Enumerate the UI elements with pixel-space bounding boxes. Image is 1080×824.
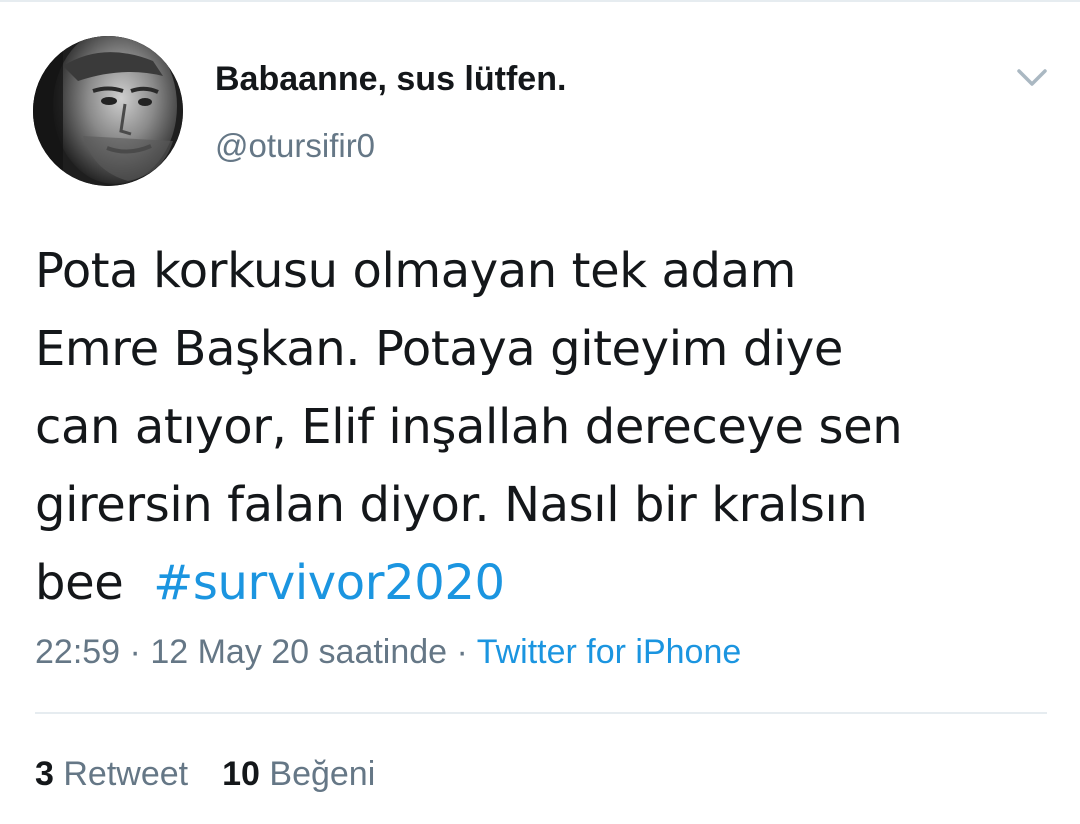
tweet-text-line: Pota korkusu olmayan tek adam [35, 243, 796, 299]
retweet-count: 3 [35, 755, 54, 793]
top-border [0, 0, 1080, 2]
tweet-text-tail: bee [35, 555, 124, 611]
hashtag-link[interactable]: #survivor2020 [153, 555, 505, 611]
tweet-date[interactable]: 12 May 20 saatinde [150, 633, 447, 671]
tweet-meta: 22:59 · 12 May 20 saatinde · Twitter for… [35, 633, 741, 672]
tweet-text: Pota korkusu olmayan tek adam Emre Başka… [35, 232, 1045, 622]
tweet-text-line: bee #survivor2020 [35, 544, 1045, 622]
meta-separator: · [129, 633, 141, 671]
retweet-label: Retweet [63, 755, 189, 793]
handle[interactable]: @otursifir0 [215, 127, 375, 165]
tweet-text-line: can atıyor, Elif inşallah dereceye sen [35, 399, 903, 455]
likes-stat[interactable]: 10 Beğeni [222, 755, 375, 793]
tweet-stats: 3 Retweet 10 Beğeni [35, 755, 375, 794]
display-name[interactable]: Babaanne, sus lütfen. [215, 60, 566, 99]
divider [35, 712, 1047, 714]
avatar[interactable] [33, 36, 183, 186]
tweet-text-line: Emre Başkan. Potaya giteyim diye [35, 321, 843, 377]
retweets-stat[interactable]: 3 Retweet [35, 755, 188, 793]
tweet-text-line: girersin falan diyor. Nasıl bir kralsın [35, 477, 868, 533]
like-count: 10 [222, 755, 260, 793]
profile-photo [33, 36, 183, 186]
source-link[interactable]: Twitter for iPhone [477, 633, 742, 671]
tweet-time[interactable]: 22:59 [35, 633, 120, 671]
meta-separator: · [456, 633, 468, 671]
like-label: Beğeni [269, 755, 376, 793]
chevron-down-icon[interactable] [1012, 60, 1052, 96]
